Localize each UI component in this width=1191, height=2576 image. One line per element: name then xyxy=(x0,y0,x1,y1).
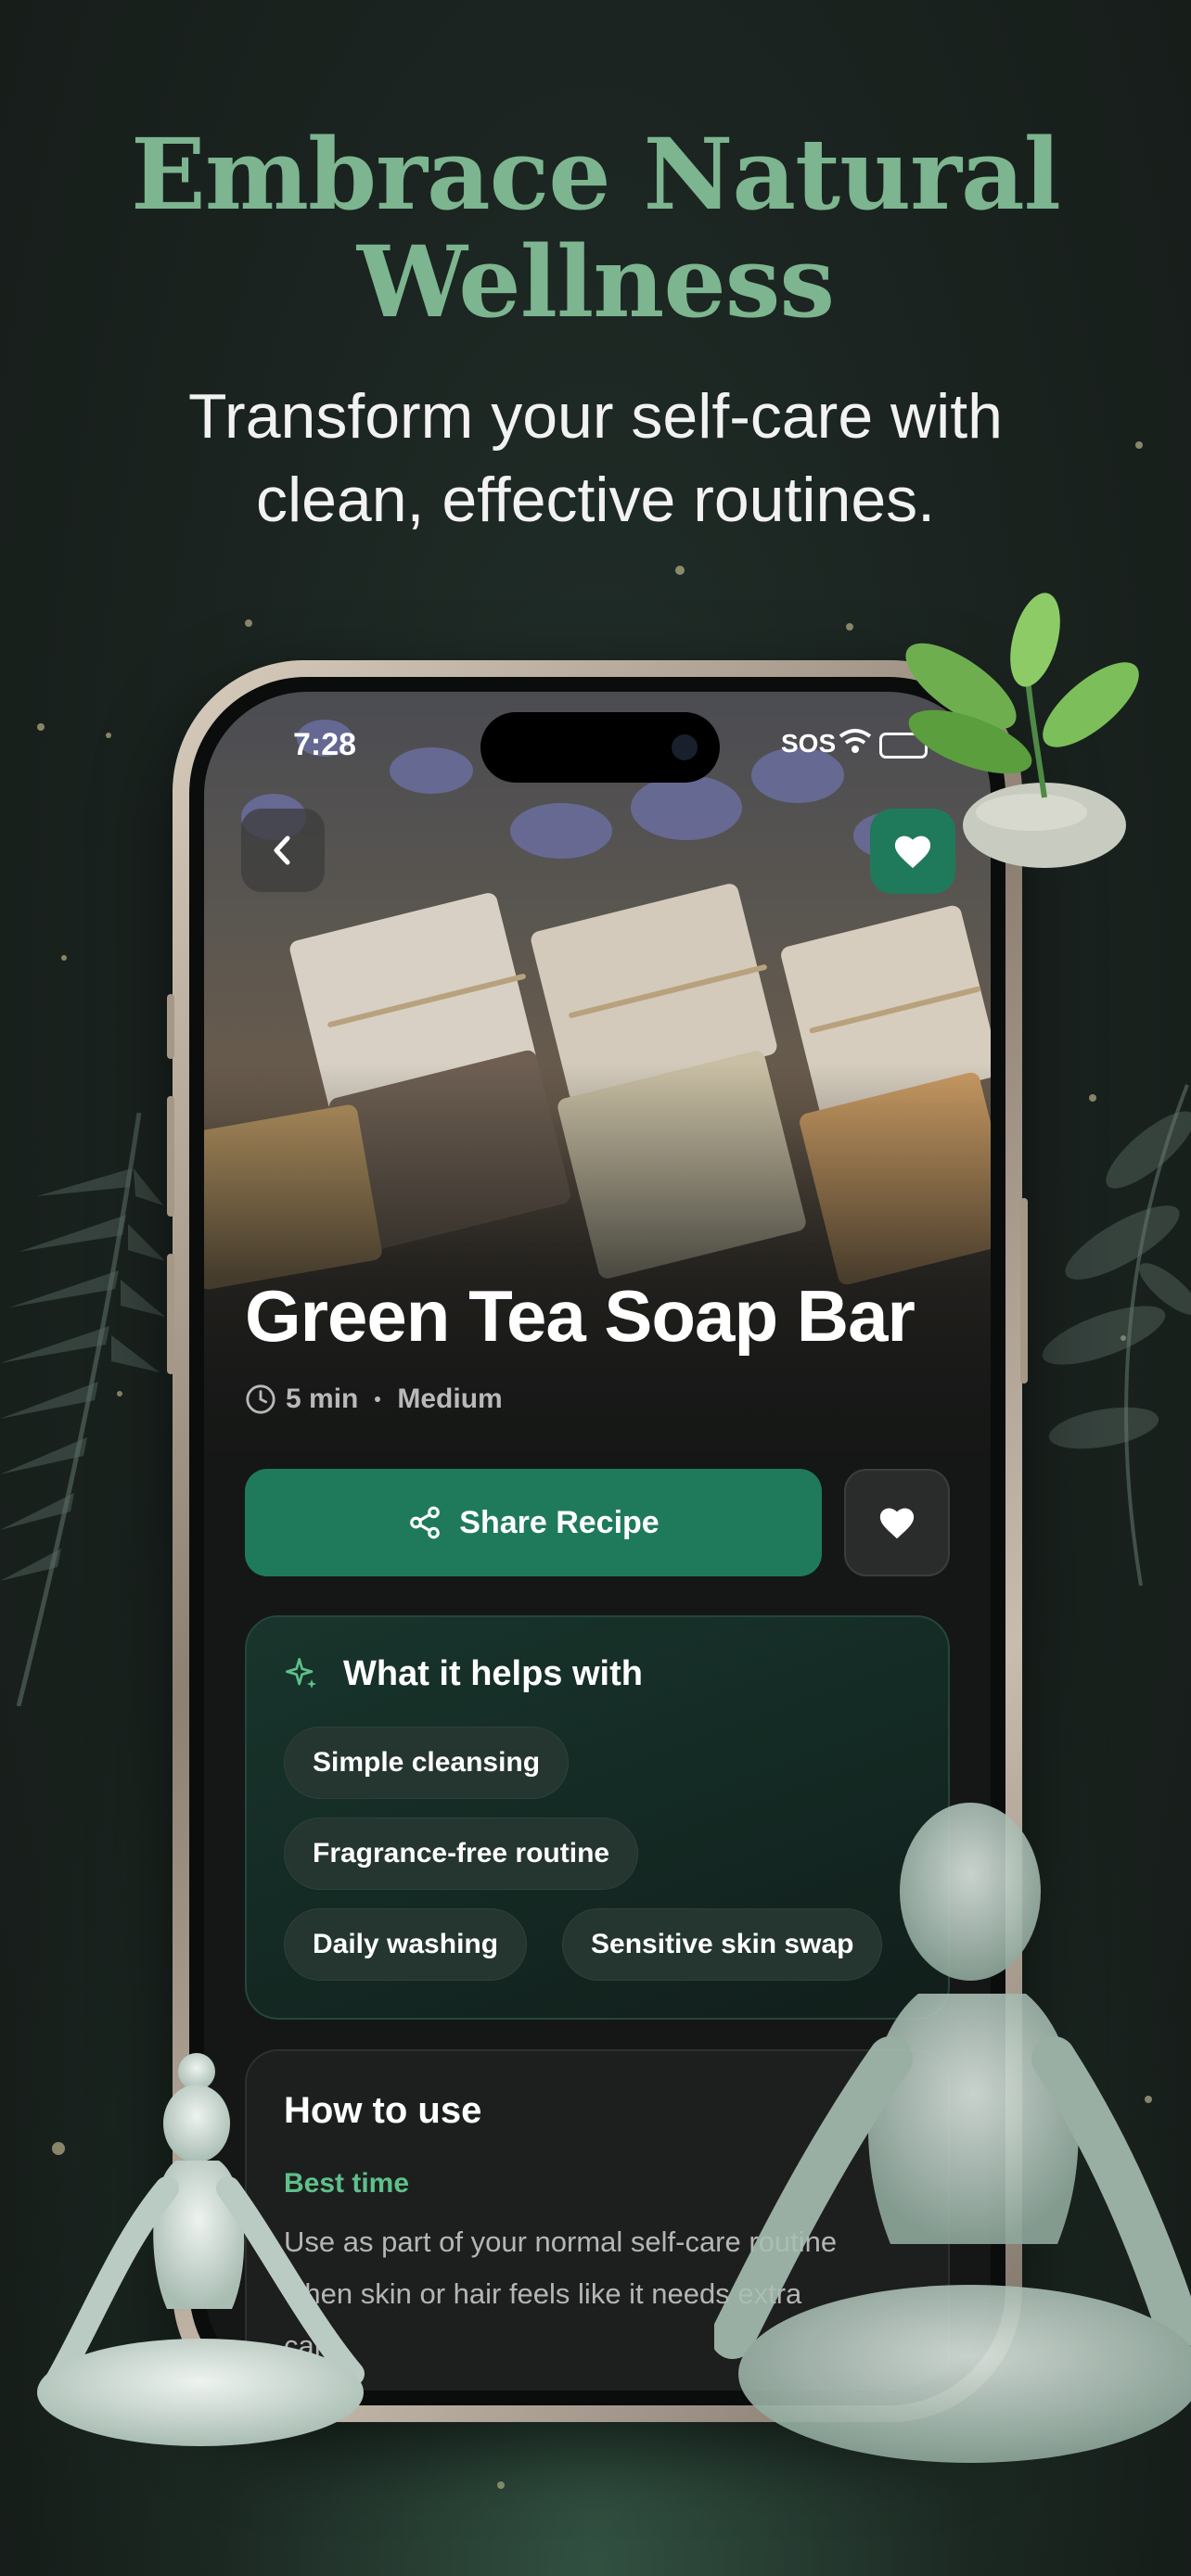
chevron-left-icon xyxy=(274,835,290,865)
heart-icon xyxy=(879,1508,915,1539)
recipe-difficulty: Medium xyxy=(397,1384,503,1414)
dynamic-island xyxy=(480,712,720,783)
sparkle-icon xyxy=(286,1657,316,1689)
share-icon xyxy=(410,1506,441,1539)
subhead-line-2: clean, effective routines. xyxy=(255,465,936,535)
wifi-icon xyxy=(839,729,872,753)
plant-stone-decoration xyxy=(905,593,1139,868)
phone-side-button xyxy=(167,994,174,1059)
meditation-figure-right xyxy=(714,1803,1191,2463)
recipe-meta: 5 min Medium xyxy=(245,1384,503,1415)
clock-icon xyxy=(246,1384,275,1414)
phone-power-button xyxy=(1020,1198,1028,1384)
marketing-subhead: Transform your self-care with clean, eff… xyxy=(0,375,1191,542)
benefit-chip: Simple cleansing xyxy=(284,1727,570,1799)
meta-separator xyxy=(375,1396,381,1402)
recipe-duration: 5 min xyxy=(286,1384,359,1414)
share-recipe-label: Share Recipe xyxy=(459,1504,660,1540)
fern-decoration-left xyxy=(0,1113,165,1706)
status-time: 7:28 xyxy=(293,727,357,762)
recipe-title: Green Tea Soap Bar xyxy=(245,1275,916,1357)
meditation-figure-left xyxy=(37,2053,365,2446)
leaf-decoration-right xyxy=(1042,1084,1191,1586)
favorite-button[interactable] xyxy=(844,1469,950,1576)
phone-volume-down xyxy=(167,1254,174,1374)
subhead-line-1: Transform your self-care with xyxy=(188,381,1003,452)
benefit-chip: Daily washing xyxy=(284,1908,528,1981)
headline-line-1: Embrace Natural xyxy=(131,116,1061,232)
status-carrier: SOS xyxy=(781,729,837,758)
marketing-headline: Embrace Natural Wellness xyxy=(0,121,1191,336)
phone-volume-up xyxy=(167,1096,174,1217)
headline-line-2: Wellness xyxy=(356,223,835,339)
share-recipe-button[interactable]: Share Recipe xyxy=(245,1469,822,1576)
back-button[interactable] xyxy=(241,809,325,892)
helps-with-header: What it helps with xyxy=(284,1654,643,1694)
benefit-chip: Fragrance-free routine xyxy=(284,1817,639,1890)
helps-with-heading: What it helps with xyxy=(343,1654,643,1693)
